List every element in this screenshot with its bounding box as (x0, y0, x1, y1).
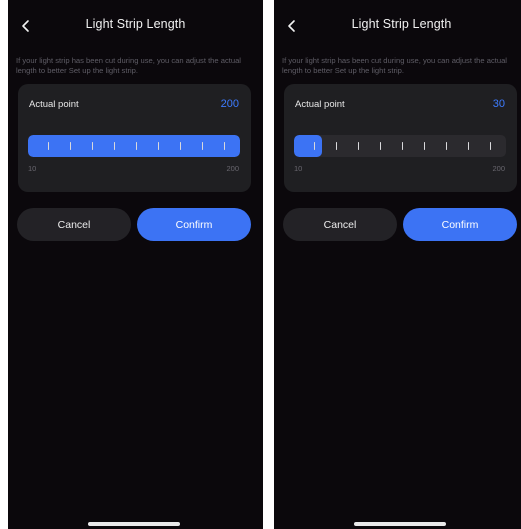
actual-point-card: Actual point 30 10 200 (284, 84, 517, 192)
slider-tick (48, 142, 50, 150)
cancel-button[interactable]: Cancel (17, 208, 131, 241)
actual-point-label: Actual point (29, 99, 79, 110)
length-slider[interactable] (294, 135, 506, 157)
confirm-button[interactable]: Confirm (137, 208, 251, 241)
actual-point-value: 30 (492, 98, 505, 110)
slider-tick (92, 142, 94, 150)
page-title: Light Strip Length (85, 17, 186, 31)
slider-tick (380, 142, 382, 150)
slider-tick (70, 142, 72, 150)
home-indicator (354, 522, 446, 526)
slider-min-label: 10 (28, 164, 37, 173)
slider-tick (402, 142, 404, 150)
slider-tick (468, 142, 470, 150)
top-bar: Light Strip Length (8, 12, 263, 40)
cancel-button[interactable]: Cancel (283, 208, 397, 241)
actual-point-value: 200 (220, 98, 239, 110)
slider-max-label: 200 (492, 164, 505, 173)
slider-max-label: 200 (226, 164, 239, 173)
slider-tick (424, 142, 426, 150)
top-bar: Light Strip Length (274, 12, 521, 40)
slider-min-label: 10 (294, 164, 303, 173)
phone-screen-right: Light Strip Length If your light strip h… (274, 0, 521, 529)
slider-tick (114, 142, 116, 150)
description-text: If your light strip has been cut during … (16, 56, 241, 75)
home-indicator (88, 522, 180, 526)
slider-tick (224, 142, 226, 150)
slider-tick (358, 142, 360, 150)
length-slider[interactable] (28, 135, 240, 157)
slider-tick (314, 142, 316, 150)
slider-fill (294, 135, 322, 157)
confirm-button[interactable]: Confirm (403, 208, 517, 241)
phone-screen-left: Light Strip Length If your light strip h… (8, 0, 263, 529)
slider-tick (158, 142, 160, 150)
actual-point-card: Actual point 200 10 200 (18, 84, 251, 192)
slider-tick (180, 142, 182, 150)
slider-tick (446, 142, 448, 150)
slider-tick (202, 142, 204, 150)
slider-tick (336, 142, 338, 150)
page-title: Light Strip Length (351, 17, 452, 31)
slider-tick (490, 142, 492, 150)
slider-fill (28, 135, 240, 157)
actual-point-label: Actual point (295, 99, 345, 110)
description-text: If your light strip has been cut during … (282, 56, 507, 75)
slider-tick (136, 142, 138, 150)
